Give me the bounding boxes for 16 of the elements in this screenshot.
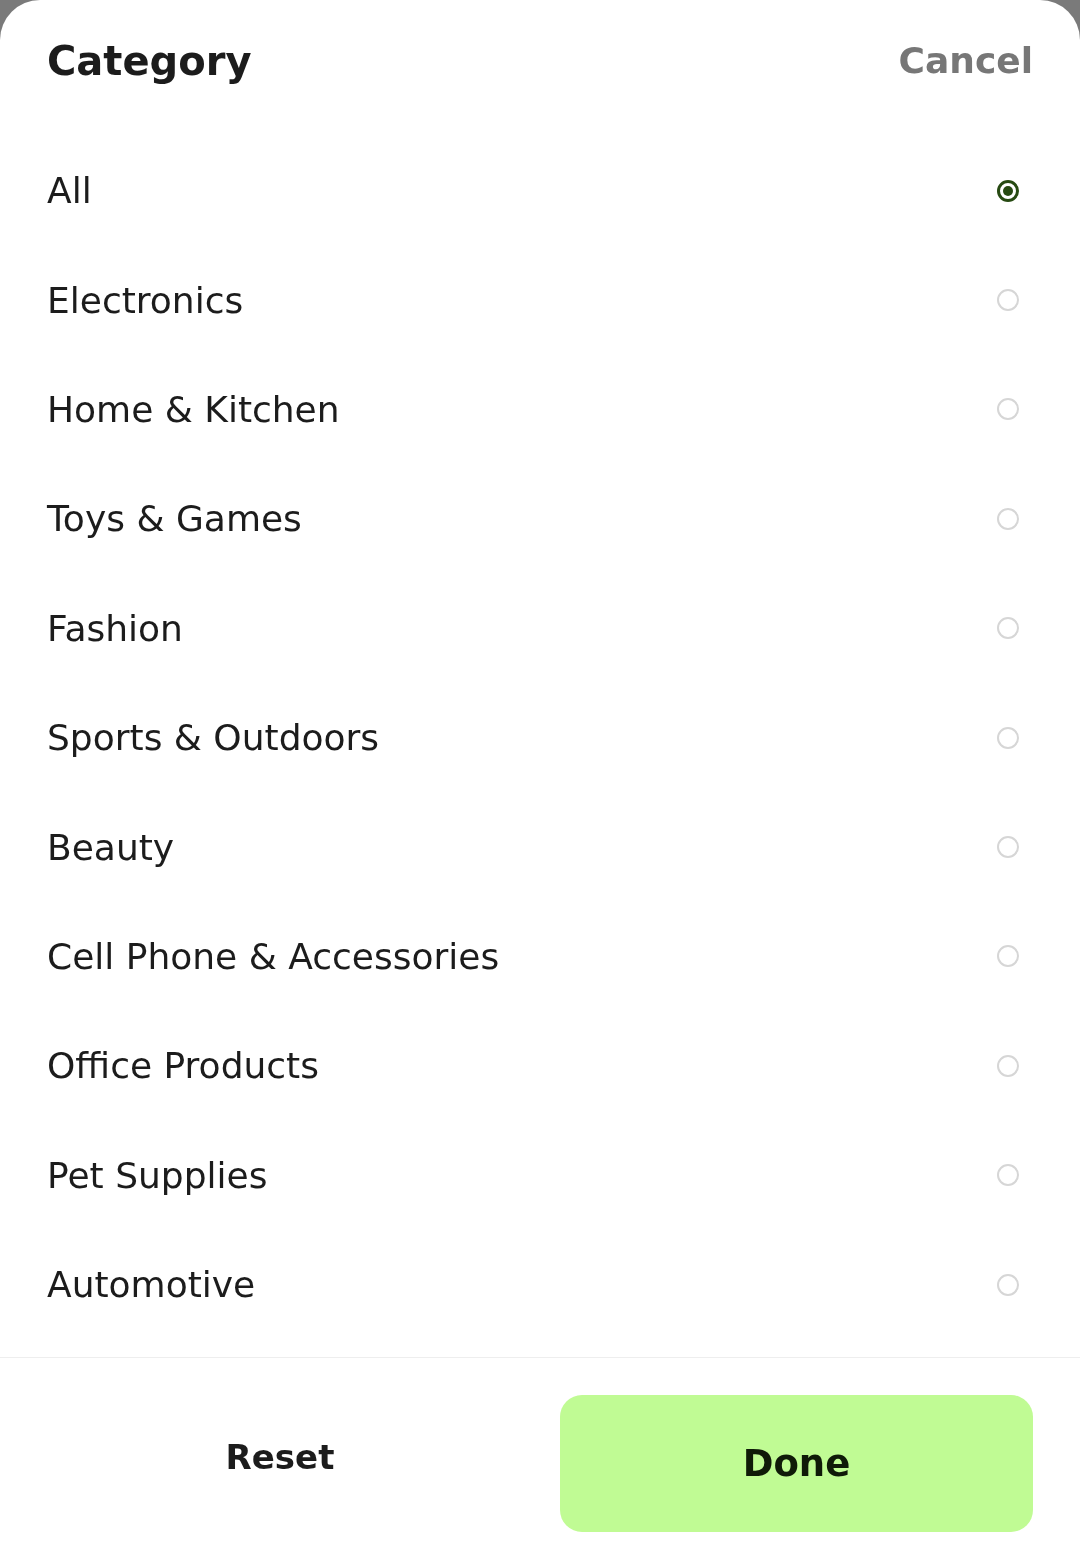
category-option[interactable]: Cell Phone & Accessories <box>47 935 500 977</box>
category-option[interactable]: Toys & Games <box>47 498 302 540</box>
sheet-title: Category <box>47 37 252 86</box>
category-option[interactable]: Office Products <box>47 1045 319 1087</box>
done-button[interactable]: Done <box>560 1394 1033 1532</box>
category-option[interactable]: Sports & Outdoors <box>47 717 380 759</box>
category-option[interactable]: Electronics <box>47 279 244 321</box>
cancel-button[interactable]: Cancel <box>898 34 1033 88</box>
radio-button[interactable] <box>997 179 1019 202</box>
category-option[interactable]: Fashion <box>47 607 183 649</box>
category-option[interactable]: Automotive <box>47 1264 256 1306</box>
category-option[interactable]: All <box>47 170 92 212</box>
category-option[interactable]: Beauty <box>47 826 175 868</box>
category-option[interactable]: Pet Supplies <box>47 1154 268 1196</box>
category-option[interactable]: Home & Kitchen <box>47 388 340 430</box>
reset-button[interactable]: Reset <box>0 1388 560 1526</box>
